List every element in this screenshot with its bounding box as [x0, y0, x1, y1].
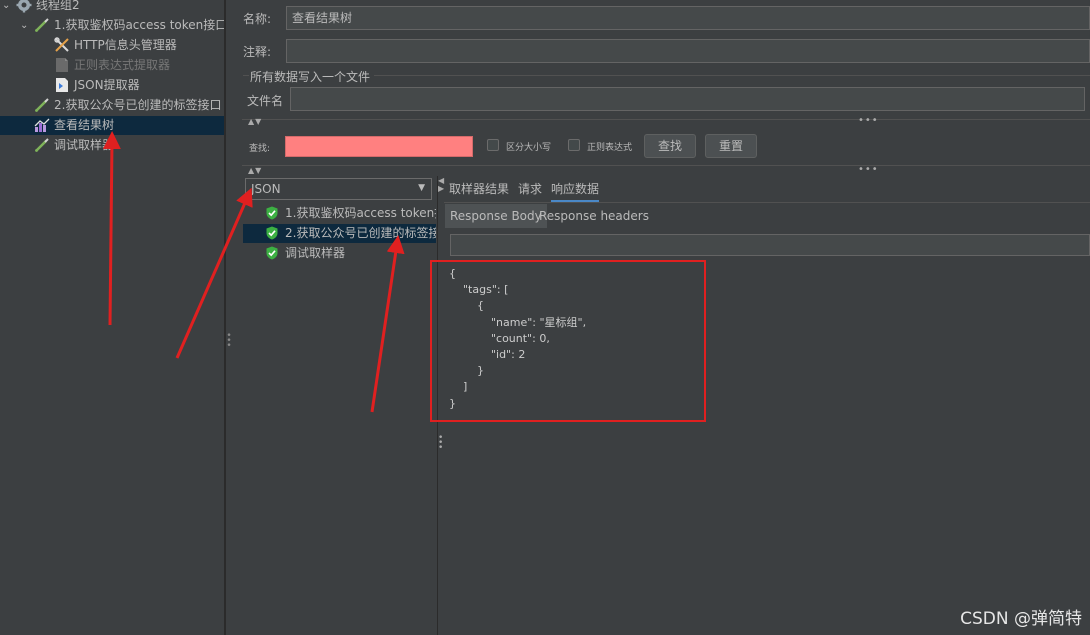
arrow-to-selected-sample [370, 235, 405, 413]
arrow-to-view-results-tree [102, 131, 121, 326]
arrow-to-renderer-select [175, 187, 253, 359]
watermark-text: CSDN @弹简特 [960, 609, 1082, 629]
annotation-arrows [102, 131, 405, 413]
